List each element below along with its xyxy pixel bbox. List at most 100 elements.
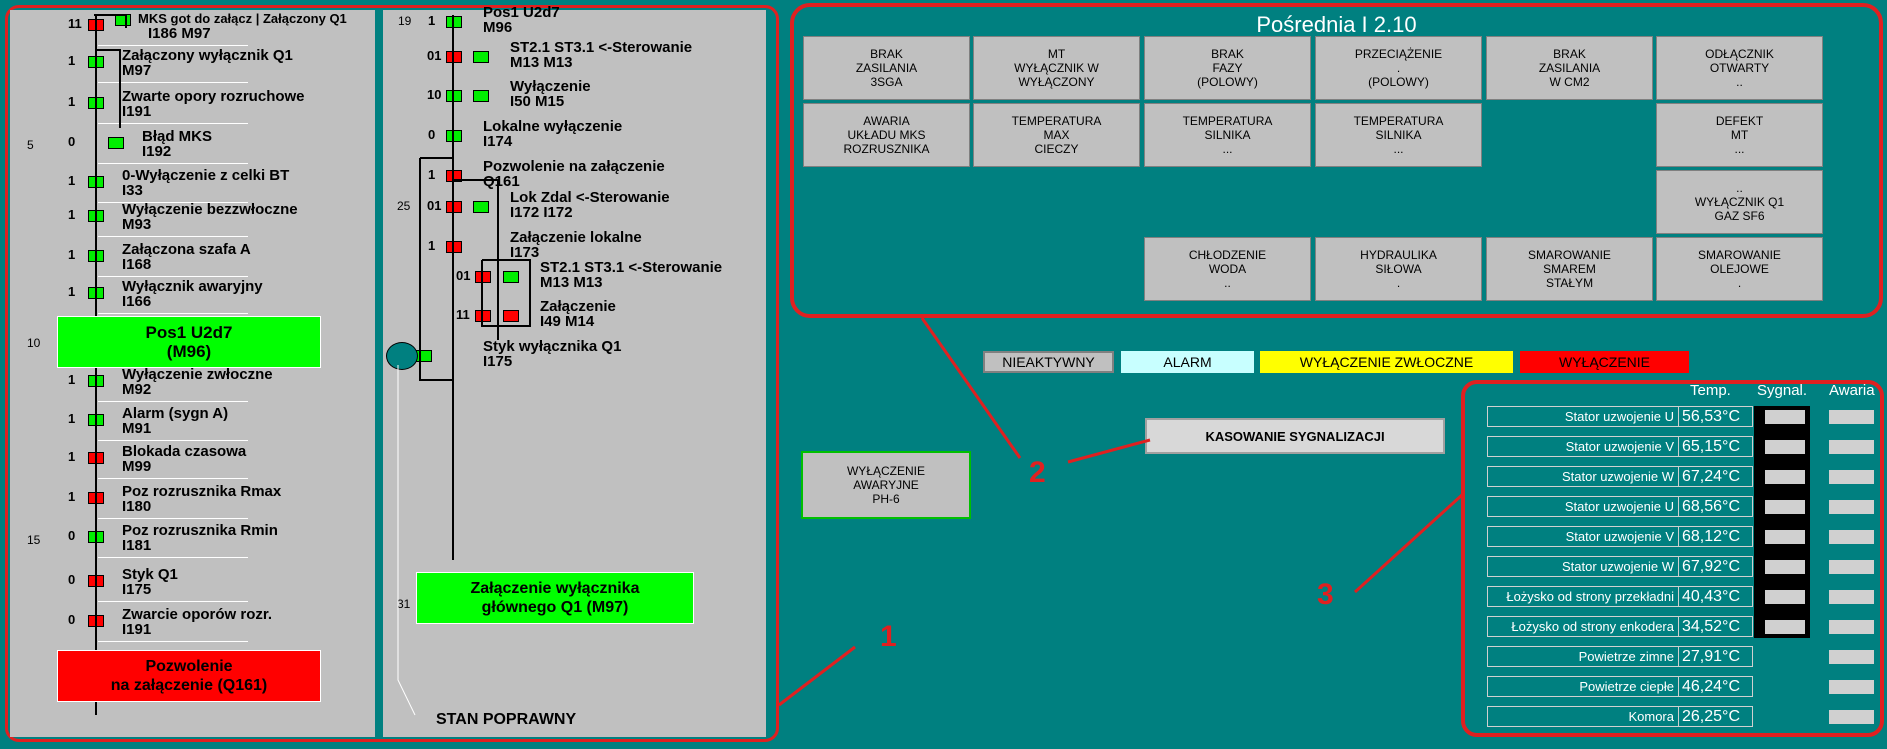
alarm-tile-line: PRZECIĄŻENIE	[1354, 47, 1443, 61]
right-row-value: 11	[456, 307, 470, 322]
alarm-tile-line: CIECZY	[1034, 142, 1079, 156]
signal-indicator	[1765, 440, 1805, 454]
right-row-label: ST2.1 ST3.1 <-Sterowanie	[540, 259, 723, 276]
signal-indicator	[1765, 470, 1805, 484]
temp-sensor-name: Stator uzwojenie U	[1487, 406, 1679, 427]
signal-indicator	[1765, 620, 1805, 634]
callout-2-line-b	[1067, 438, 1151, 464]
header-fault: Awaria	[1829, 382, 1875, 399]
legend-trip: WYŁĄCZENIE	[1520, 351, 1689, 373]
left-row-label: MKS got do załącz | Załączony Q1	[138, 11, 347, 26]
right-row-status-green	[473, 90, 489, 102]
alarm-tile: ODŁĄCZNIK OTWARTY..	[1656, 36, 1823, 100]
left-row-address: I175	[122, 581, 152, 598]
left-row-label: Zwarte opory rozruchowe	[122, 88, 305, 105]
signal-indicator	[1765, 590, 1805, 604]
emergency-line3: PH-6	[872, 492, 900, 506]
left-row-address: M91	[122, 420, 152, 437]
fault-indicator	[1829, 500, 1874, 514]
temp-sensor-value: 68,56°C	[1679, 496, 1753, 517]
alarm-tile-line: ODŁĄCZNIK	[1705, 47, 1774, 61]
callout-2-line-a	[920, 317, 1022, 459]
right-row-label: Wyłączenie	[510, 78, 591, 95]
alarm-tile-line: SMAREM	[1543, 262, 1596, 276]
left-row-address: I192	[142, 143, 172, 160]
alarm-tile-line: HYDRAULIKA	[1360, 248, 1437, 262]
alarm-tile-line: TEMPERATURA	[1182, 114, 1273, 128]
alarm-tile-line: ...	[1734, 142, 1745, 156]
row-divider	[98, 641, 248, 642]
temp-sensor-value: 40,43°C	[1679, 586, 1753, 607]
right-row-label: Pozwolenie na załączenie	[483, 158, 665, 175]
row-divider	[98, 440, 248, 441]
alarm-tile-line: AWARIA	[863, 114, 910, 128]
right-row-address: I175	[483, 353, 513, 370]
left-row-value: 1	[68, 372, 76, 387]
emergency-stop-button[interactable]: WYŁĄCZENIE AWARYJNE PH-6	[801, 451, 971, 519]
left-row-label: Wyłączenie bezzwłoczne	[122, 201, 298, 218]
signal-indicator	[1765, 530, 1805, 544]
legend-alarm: ALARM	[1121, 351, 1254, 373]
right-row-status-red	[475, 310, 491, 322]
temp-sensor-name: Łożysko od strony enkodera	[1487, 616, 1679, 637]
status-label: STAN POPRAWNY	[436, 711, 577, 728]
left-row-label: Zwarcie oporów rozr.	[122, 606, 273, 623]
right-row-status-green	[473, 51, 489, 63]
row-divider	[98, 45, 248, 46]
alarm-tile-line: ..	[1736, 181, 1743, 195]
left-row-address: I181	[122, 537, 152, 554]
alarm-panel-title: Pośrednia I 2.10	[1256, 12, 1417, 37]
row-marker-25: 25	[397, 199, 411, 213]
main-breaker-output-box: Załączenie wyłącznika głównego Q1 (M97)	[416, 572, 694, 624]
alarm-tile-line: W CM2	[1549, 75, 1590, 89]
temp-sensor-name: Łożysko od strony przekładni	[1487, 586, 1679, 607]
alarm-tile-line: BRAK	[1553, 47, 1586, 61]
right-row-label: Lokalne wyłączenie	[483, 118, 623, 135]
temp-sensor-value: 68,12°C	[1679, 526, 1753, 547]
alarm-tile-line: STAŁYM	[1545, 276, 1594, 290]
alarm-tile: BRAK FAZY (POLOWY)	[1144, 36, 1311, 100]
temp-sensor-value: 26,25°C	[1679, 706, 1753, 727]
alarm-tile-line: OTWARTY	[1709, 61, 1770, 75]
header-signal: Sygnal.	[1757, 382, 1808, 399]
alarm-tile-line: WYŁĄCZNIK Q1	[1694, 195, 1785, 209]
right-row-status-red	[475, 271, 491, 283]
left-row-value: 0	[68, 612, 76, 627]
fault-indicator	[1829, 620, 1874, 634]
right-row-address: I173	[510, 244, 540, 261]
right-row-value: 1	[428, 167, 436, 182]
callout-1: 1	[880, 620, 897, 653]
right-row-status-red	[446, 241, 462, 253]
alarm-tile-line: SMAROWANIE	[1528, 248, 1611, 262]
main-box-line1: Załączenie wyłącznika	[470, 580, 640, 597]
signal-indicator	[1765, 500, 1805, 514]
alarm-tile-line: SMAROWANIE	[1698, 248, 1781, 262]
alarm-tile-line: WYŁĄCZNIK W	[1014, 61, 1099, 75]
temp-sensor-name: Stator uzwojenie W	[1487, 556, 1679, 577]
right-row-status-green	[503, 271, 519, 283]
alarm-tile-line: ..	[1224, 276, 1231, 290]
fault-indicator	[1829, 440, 1874, 454]
right-row-address: M13 M13	[510, 54, 573, 71]
alarm-tile-line: ...	[1222, 142, 1233, 156]
right-row-status-red	[446, 51, 462, 63]
pozwolenie-output-box: Pozwolenie na załączenie (Q161)	[57, 650, 321, 702]
left-row-status-green	[108, 137, 124, 149]
fault-indicator	[1829, 470, 1874, 484]
left-row-label: 0-Wyłączenie z celki BT	[122, 167, 290, 184]
right-row-status-red	[446, 201, 462, 213]
left-row-address: I33	[122, 182, 143, 199]
alarm-tile-line: MT	[1047, 47, 1066, 61]
fault-indicator	[1829, 560, 1874, 574]
alarm-tile-line: MT	[1730, 128, 1749, 142]
row-divider	[98, 236, 248, 237]
temp-sensor-name: Powietrze zimne	[1487, 646, 1679, 667]
row-divider	[98, 601, 248, 602]
reset-signaling-button[interactable]: KASOWANIE SYGNALIZACJI	[1145, 418, 1445, 454]
temp-sensor-value: 67,24°C	[1679, 466, 1753, 487]
left-row-label: Wyłącznik awaryjny	[122, 278, 263, 295]
temp-sensor-name: Komora	[1487, 706, 1679, 727]
alarm-tile: DEFEKT MT...	[1656, 103, 1823, 167]
left-row-label: Załączony wyłącznik Q1	[122, 47, 293, 64]
row-divider	[98, 123, 248, 124]
